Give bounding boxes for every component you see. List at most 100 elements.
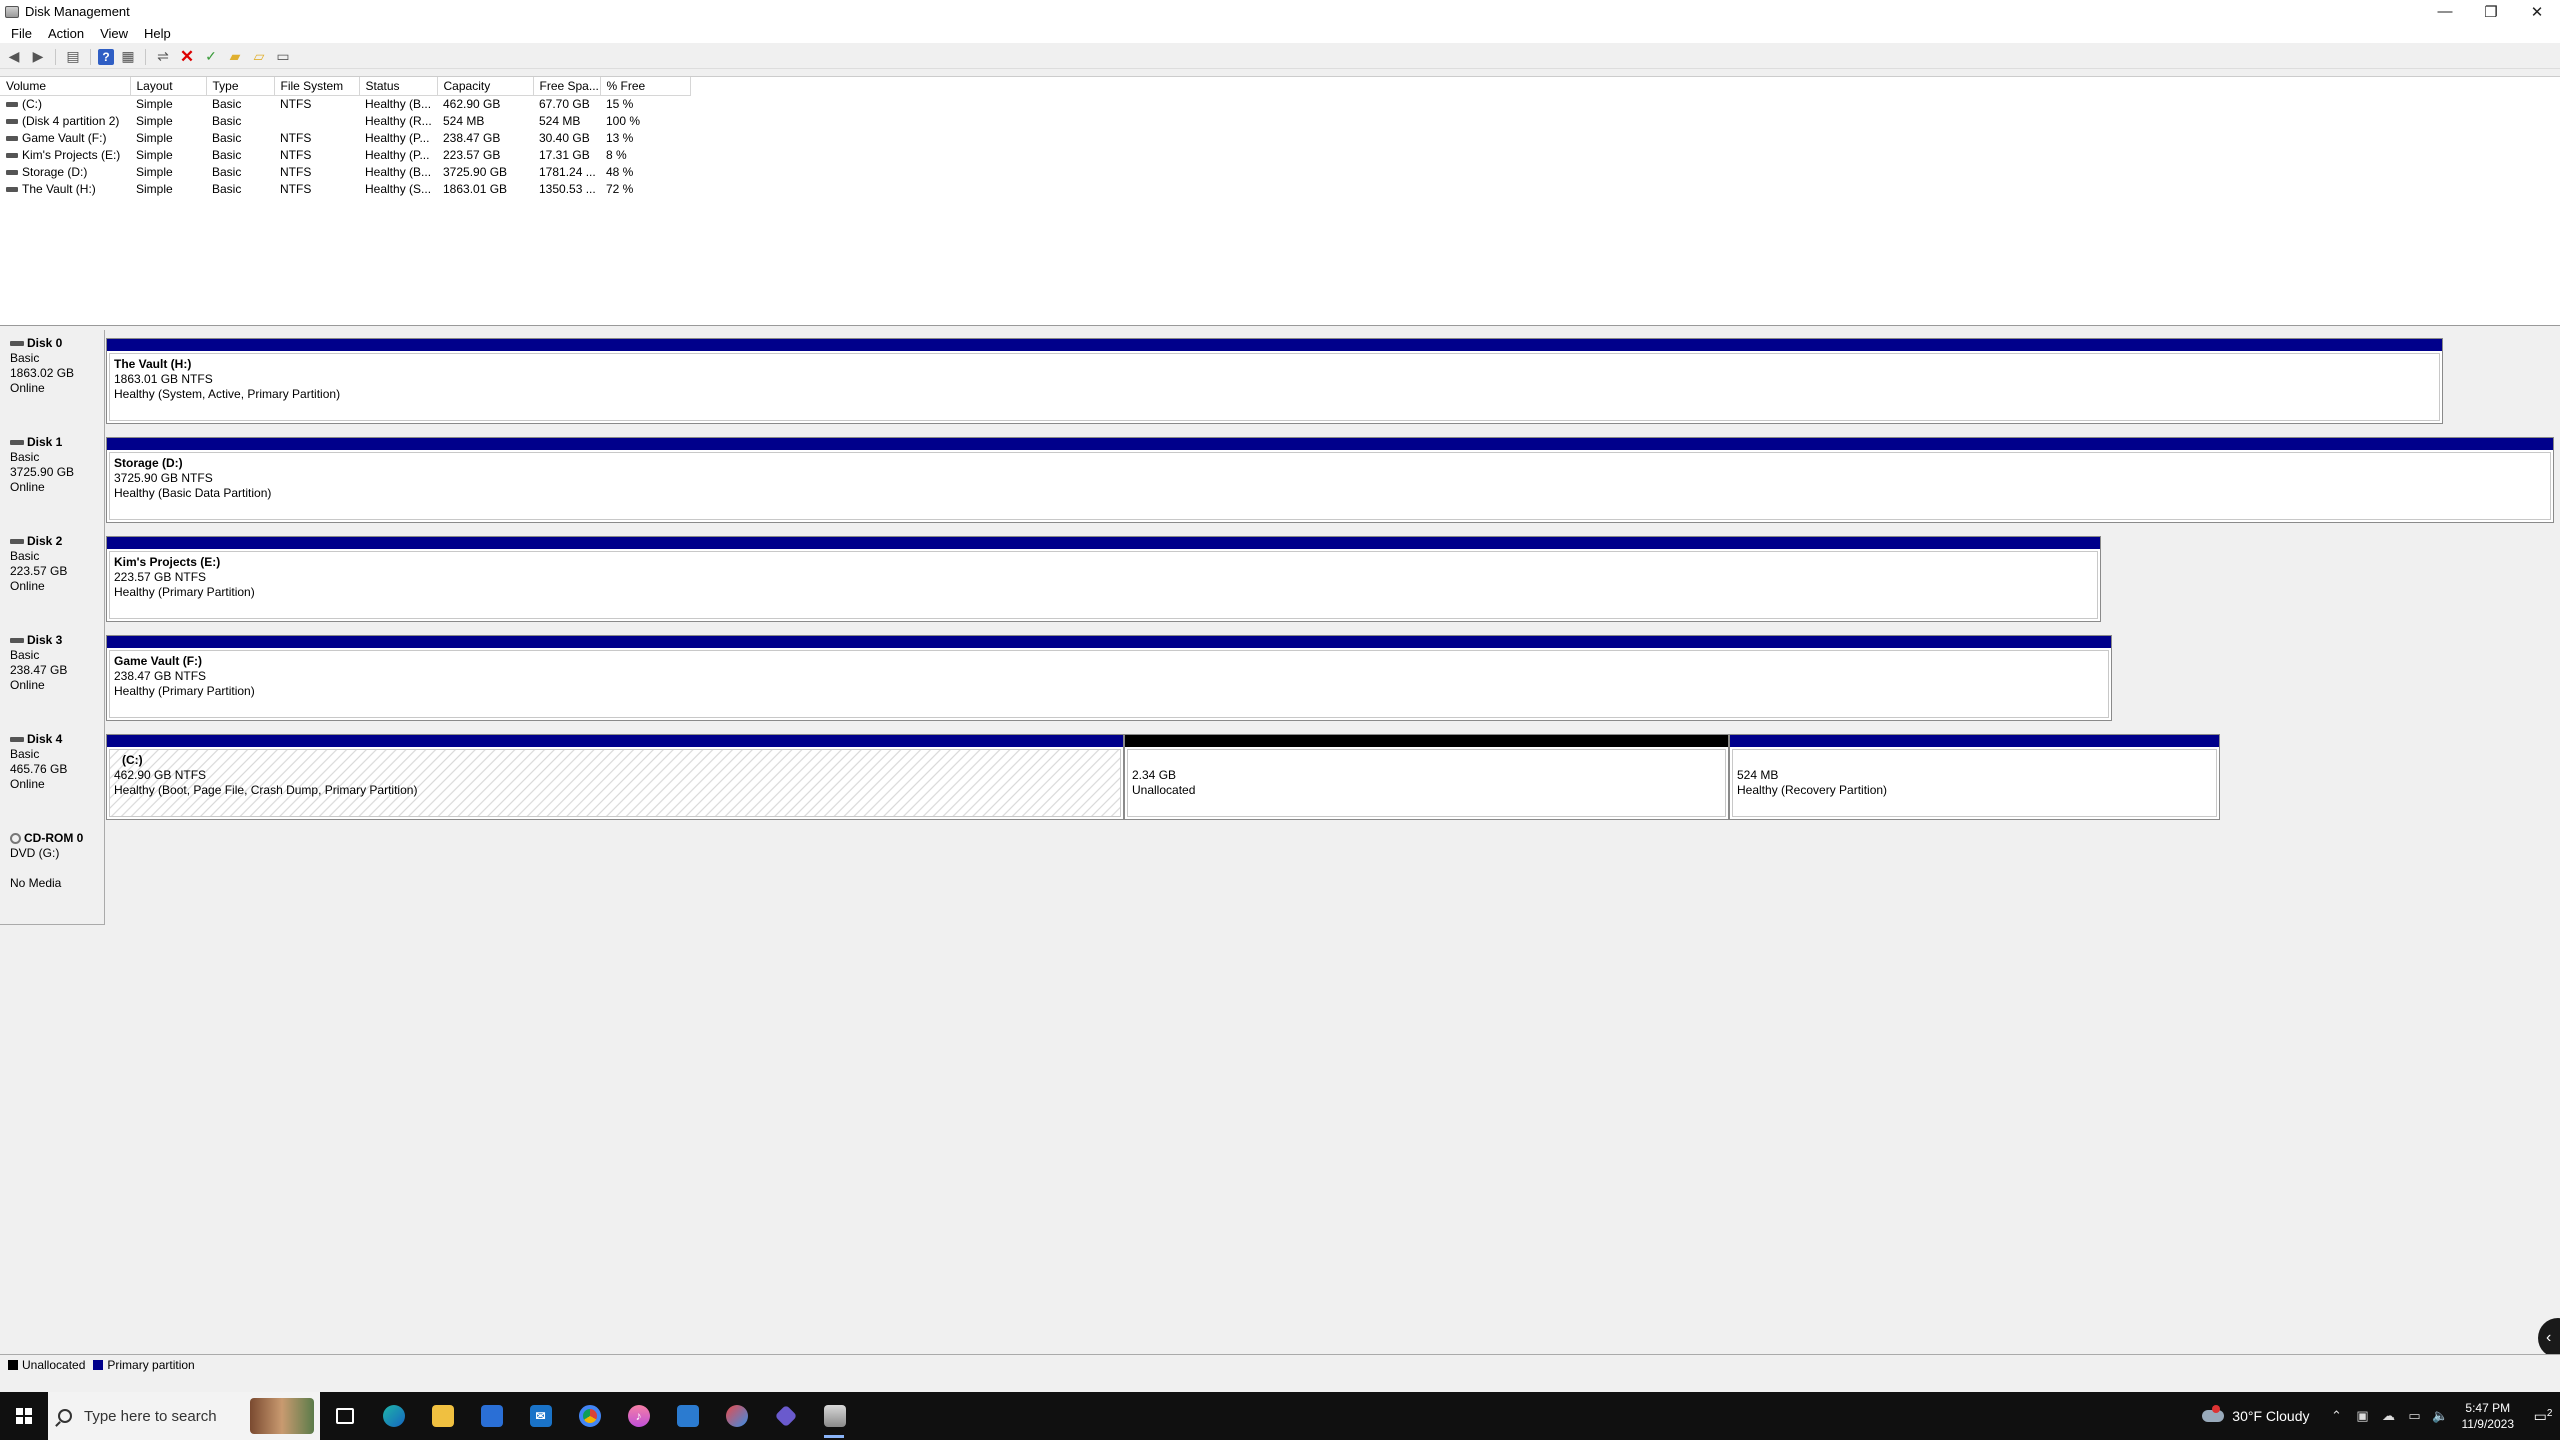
primary-partition-bar (107, 339, 2442, 351)
disk-label-2[interactable]: Disk 2 Basic 223.57 GB Online (0, 528, 105, 628)
explore-folder-icon[interactable]: ▱ (249, 47, 269, 67)
table-row[interactable]: The Vault (H:) Simple Basic NTFS Healthy… (0, 180, 690, 197)
view-icon[interactable]: ▭ (273, 47, 293, 67)
disk-name: Disk 3 (27, 633, 63, 647)
column-header-capacity[interactable]: Capacity (437, 77, 534, 96)
table-row[interactable]: (Disk 4 partition 2) Simple Basic Health… (0, 112, 690, 129)
music-icon: ♪ (627, 1405, 650, 1427)
mail-button[interactable]: ✉ (516, 1392, 565, 1440)
properties-icon[interactable]: ▦ (118, 47, 138, 67)
notification-icon: ▭ (2533, 1407, 2547, 1424)
volume-capacity: 238.47 GB (443, 130, 501, 145)
minimize-button[interactable]: — (2422, 0, 2468, 23)
disk-name: Disk 1 (27, 435, 63, 449)
disk-label-3[interactable]: Disk 3 Basic 238.47 GB Online (0, 627, 105, 727)
disk-icon (10, 539, 24, 544)
delete-icon[interactable]: ✕ (177, 47, 197, 67)
itunes-button[interactable]: ♪ (614, 1392, 663, 1440)
file-explorer-button[interactable] (418, 1392, 467, 1440)
menu-view[interactable]: View (92, 26, 136, 41)
partition-name: Game Vault (F:) (114, 654, 203, 668)
close-button[interactable]: ✕ (2514, 0, 2560, 23)
disk-label-4[interactable]: Disk 4 Basic 465.76 GB Online (0, 726, 105, 826)
toolbar-separator (90, 48, 91, 65)
volume-icon[interactable]: 🔈 (2428, 1408, 2454, 1424)
column-header-layout[interactable]: Layout (130, 77, 207, 96)
disk-label-1[interactable]: Disk 1 Basic 3725.90 GB Online (0, 429, 105, 529)
store-button[interactable] (467, 1392, 516, 1440)
edge-button[interactable] (369, 1392, 418, 1440)
partition-the-vault[interactable]: The Vault (H:) 1863.01 GB NTFS Healthy (… (106, 338, 2443, 424)
volume-type: Basic (212, 113, 242, 128)
disk-state: Online (10, 678, 45, 692)
folder-icon[interactable]: ▰ (225, 47, 245, 67)
volume-free-space: 524 MB (539, 113, 581, 128)
table-row[interactable]: (C:) Simple Basic NTFS Healthy (B... 462… (0, 95, 690, 112)
weather-widget[interactable]: 30°F Cloudy (2202, 1405, 2310, 1424)
app-button[interactable] (761, 1392, 810, 1440)
disk-label-0[interactable]: Disk 0 Basic 1863.02 GB Online (0, 330, 105, 430)
disk-name: Disk 0 (27, 336, 63, 350)
clock-time: 5:47 PM (2465, 1401, 2511, 1415)
notification-button[interactable]: ▭ 2 (2526, 1408, 2560, 1425)
table-row[interactable]: Kim's Projects (E:) Simple Basic NTFS He… (0, 146, 690, 163)
back-arrow-icon[interactable]: ◀ (4, 47, 24, 67)
partition-storage[interactable]: Storage (D:) 3725.90 GB NTFS Healthy (Ba… (106, 437, 2554, 523)
chrome-button[interactable] (565, 1392, 614, 1440)
volume-file-system: NTFS (280, 96, 312, 111)
taskbar-search[interactable]: Type here to search (48, 1392, 320, 1440)
task-view-button[interactable] (320, 1392, 369, 1440)
menu-file[interactable]: File (3, 26, 40, 41)
partition-size: 462.90 GB NTFS (114, 768, 207, 782)
volume-type: Basic (212, 147, 242, 162)
partition-unallocated[interactable]: 2.34 GB Unallocated (1124, 734, 1729, 820)
volume-layout: Simple (136, 181, 173, 196)
partition-recovery[interactable]: 524 MB Healthy (Recovery Partition) (1729, 734, 2220, 820)
help-icon[interactable]: ? (98, 48, 114, 65)
disk-label-cdrom[interactable]: CD-ROM 0 DVD (G:) No Media (0, 825, 105, 925)
volume-percent-free: 13 % (606, 130, 634, 145)
volume-icon (6, 186, 18, 192)
menu-help[interactable]: Help (136, 26, 179, 41)
chevron-up-icon[interactable]: ⌃ (2324, 1408, 2350, 1424)
volume-list[interactable]: Volume Layout Type File System Status Ca… (0, 76, 2560, 326)
column-header-volume[interactable]: Volume (0, 77, 131, 96)
disk-state: Online (10, 381, 45, 395)
paint-button[interactable] (712, 1392, 761, 1440)
start-button[interactable] (0, 1392, 48, 1440)
partition-kims-projects[interactable]: Kim's Projects (E:) 223.57 GB NTFS Healt… (106, 536, 2101, 622)
menu-action[interactable]: Action (40, 26, 92, 41)
unallocated-bar (1125, 735, 1728, 747)
onedrive-icon[interactable]: ☁ (2376, 1408, 2402, 1424)
show-hide-tree-icon[interactable]: ▤ (63, 47, 83, 67)
column-header-status[interactable]: Status (359, 77, 438, 96)
restore-button[interactable]: ❐ (2468, 0, 2514, 23)
column-header-file-system[interactable]: File System (274, 77, 360, 96)
volume-file-system: NTFS (280, 164, 312, 179)
volume-layout: Simple (136, 147, 173, 162)
column-header-free-space[interactable]: Free Spa... (533, 77, 601, 96)
check-icon[interactable]: ✓ (201, 47, 221, 67)
column-header-type[interactable]: Type (206, 77, 275, 96)
forward-arrow-icon[interactable]: ▶ (28, 47, 48, 67)
disk-size: 1863.02 GB (10, 366, 75, 380)
primary-partition-bar (107, 537, 2100, 549)
disk-management-taskbar-button[interactable] (810, 1392, 859, 1440)
clock-date: 11/9/2023 (2461, 1417, 2515, 1431)
table-row[interactable]: Storage (D:) Simple Basic NTFS Healthy (… (0, 163, 690, 180)
usb-icon[interactable]: ▣ (2350, 1408, 2376, 1424)
legend: Unallocated Primary partition (0, 1354, 2560, 1374)
partition-status: Healthy (Basic Data Partition) (114, 486, 272, 500)
task-view-icon (335, 1408, 354, 1424)
window-title: Disk Management (25, 4, 130, 19)
table-row[interactable]: Game Vault (F:) Simple Basic NTFS Health… (0, 129, 690, 146)
network-icon[interactable]: ▭ (2402, 1408, 2428, 1424)
legend-primary: Primary partition (107, 1357, 195, 1372)
remote-desktop-button[interactable] (663, 1392, 712, 1440)
clock[interactable]: 5:47 PM 11/9/2023 (2462, 1400, 2515, 1432)
partition-game-vault[interactable]: Game Vault (F:) 238.47 GB NTFS Healthy (… (106, 635, 2112, 721)
connect-disk-icon[interactable]: ⇌ (153, 47, 173, 67)
partition-c-drive[interactable]: (C:) 462.90 GB NTFS Healthy (Boot, Page … (106, 734, 1124, 820)
column-header-percent-free[interactable]: % Free (600, 77, 691, 96)
primary-swatch (93, 1359, 104, 1370)
